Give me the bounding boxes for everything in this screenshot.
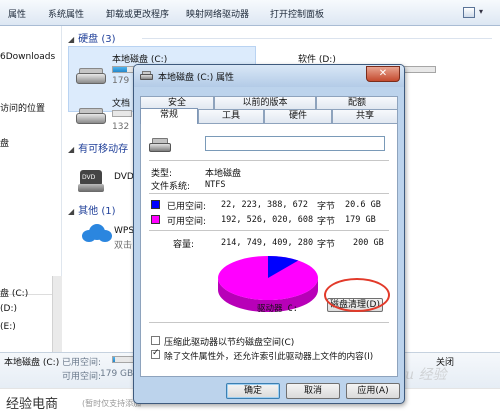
toolbar-properties[interactable]: 属性 xyxy=(8,7,26,20)
view-options-button[interactable]: ▾ xyxy=(462,6,488,20)
free-space-gb: 179 GB xyxy=(345,215,376,225)
banner-title: 经验电商 xyxy=(6,397,59,412)
nav-item-drive-c[interactable]: 盘 (C:) xyxy=(0,286,28,299)
filesystem-label: 文件系统: xyxy=(151,182,191,192)
explorer-toolbar: 属性 系统属性 卸载或更改程序 映射网络驱动器 打开控制面板 ▾ xyxy=(0,0,500,26)
capacity-label: 容量: xyxy=(173,240,195,250)
drive-e-name[interactable]: 文档 xyxy=(112,96,130,109)
capacity-bytes: 214, 749, 409, 280 xyxy=(221,238,314,248)
type-value: 本地磁盘 xyxy=(205,169,242,179)
used-space-swatch xyxy=(151,200,160,209)
group-header-other[interactable]: ◢ 其他 (1) xyxy=(68,202,116,217)
details-free-label: 可用空间: xyxy=(62,372,102,382)
details-usage-bar xyxy=(112,356,134,363)
tab-quota[interactable]: 配额 xyxy=(316,96,398,109)
dvd-drive-icon: DVD xyxy=(78,170,104,194)
drive-c-icon xyxy=(76,66,106,86)
tab-sharing[interactable]: 共享 xyxy=(332,109,398,123)
dvd-icon-text: DVD xyxy=(82,174,96,181)
nav-item-drive-d[interactable]: (D:) xyxy=(0,304,17,314)
wps-description: 双击 xyxy=(114,241,133,251)
wps-name[interactable]: WPS xyxy=(114,226,134,236)
used-space-unit: 字节 xyxy=(317,202,336,212)
toolbar-system-properties[interactable]: 系统属性 xyxy=(48,7,84,20)
chevron-down-icon: ◢ xyxy=(68,35,75,44)
ok-button[interactable]: 确定 xyxy=(226,383,280,399)
group-header-label: 有可移动存 xyxy=(78,144,129,155)
drive-c-free-text: 179 xyxy=(112,76,130,86)
nav-item-downloads[interactable]: 6Downloads xyxy=(0,52,55,62)
free-space-bytes: 192, 526, 020, 608 xyxy=(221,215,314,225)
apply-button[interactable]: 应用(A) xyxy=(346,383,400,399)
drive-e-free-text: 132 xyxy=(112,122,130,132)
dvd-drive-name[interactable]: DVD xyxy=(114,172,134,182)
capacity-unit: 字节 xyxy=(317,240,336,250)
divider xyxy=(149,193,389,194)
filesystem-value: NTFS xyxy=(205,180,226,190)
details-used-label: 已用空间: xyxy=(62,358,102,368)
nav-item-recent-places[interactable]: 访问的位置 xyxy=(0,101,45,114)
group-divider xyxy=(142,38,492,39)
tab-previous-versions[interactable]: 以前的版本 xyxy=(214,96,316,109)
group-header-label: 硬盘 (3) xyxy=(78,34,116,45)
capacity-gb: 200 GB xyxy=(353,238,384,248)
details-free-value: 179 GB xyxy=(100,369,134,379)
close-button[interactable]: ✕ xyxy=(366,66,400,82)
screen: 属性 系统属性 卸载或更改程序 映射网络驱动器 打开控制面板 ▾ 6Downlo… xyxy=(0,0,500,412)
tab-tools[interactable]: 工具 xyxy=(198,109,264,123)
compress-drive-label: 压缩此驱动器以节约磁盘空间(C) xyxy=(164,338,295,348)
nav-item-disk[interactable]: 盘 xyxy=(0,136,9,149)
group-header-label: 其他 (1) xyxy=(78,206,116,217)
used-space-bytes: 22, 223, 388, 672 xyxy=(221,200,308,210)
type-label: 类型: xyxy=(151,169,173,179)
index-drive-label: 除了文件属性外，还允许索引此驱动器上文件的内容(I) xyxy=(164,352,374,362)
navigation-pane: 6Downloads 访问的位置 盘 盘 (C:) (D:) (E:) xyxy=(0,26,62,376)
volume-name-input[interactable] xyxy=(205,136,385,151)
chevron-down-icon: ▾ xyxy=(479,7,484,16)
chevron-down-icon: ◢ xyxy=(68,145,75,154)
used-space-gb: 20.6 GB xyxy=(345,200,381,210)
properties-dialog: 本地磁盘 (C:) 属性 ✕ 安全 以前的版本 配额 常规 工具 硬件 共享 类… xyxy=(133,64,405,404)
tab-general[interactable]: 常规 xyxy=(140,108,198,124)
nav-item-drive-e[interactable]: (E:) xyxy=(0,322,16,332)
details-drive-name: 本地磁盘 (C:) xyxy=(4,358,60,368)
divider xyxy=(149,160,389,161)
drive-e-usage-bar xyxy=(112,110,132,117)
hard-drive-icon xyxy=(149,138,171,153)
details-usage-fill xyxy=(113,357,115,362)
chevron-down-icon: ◢ xyxy=(68,207,75,216)
compress-drive-checkbox[interactable] xyxy=(151,336,160,345)
group-header-hard-disks[interactable]: ◢ 硬盘 (3) xyxy=(68,30,116,45)
wps-cloud-icon xyxy=(80,222,112,242)
group-header-removable[interactable]: ◢ 有可移动存 xyxy=(68,140,128,155)
annotation-circle xyxy=(324,278,390,312)
close-icon: ✕ xyxy=(378,68,388,79)
divider xyxy=(149,322,389,323)
dialog-title-bar[interactable]: 本地磁盘 (C:) 属性 ✕ xyxy=(134,65,404,87)
tab-hardware[interactable]: 硬件 xyxy=(264,109,332,123)
view-icon xyxy=(463,7,475,18)
free-space-label: 可用空间: xyxy=(167,217,207,227)
used-space-label: 已用空间: xyxy=(167,202,207,212)
drive-e-icon xyxy=(76,106,106,126)
dialog-title: 本地磁盘 (C:) 属性 xyxy=(158,73,235,83)
drive-letter-label: 驱动器 C: xyxy=(257,304,298,314)
free-space-swatch xyxy=(151,215,160,224)
cancel-button[interactable]: 取消 xyxy=(286,383,340,399)
toolbar-uninstall-program[interactable]: 卸载或更改程序 xyxy=(106,7,169,20)
divider xyxy=(149,230,389,231)
drive-icon xyxy=(140,71,153,81)
index-drive-checkbox[interactable] xyxy=(151,348,160,359)
free-space-unit: 字节 xyxy=(317,217,336,227)
general-tab-panel: 类型: 本地磁盘 文件系统: NTFS 已用空间: 22, 223, 388, … xyxy=(140,123,398,377)
drive-c-usage-fill xyxy=(113,67,127,72)
tab-row-front: 常规 工具 硬件 共享 xyxy=(140,108,398,124)
toolbar-open-control-panel[interactable]: 打开控制面板 xyxy=(270,7,324,20)
toolbar-map-network-drive[interactable]: 映射网络驱动器 xyxy=(186,7,249,20)
